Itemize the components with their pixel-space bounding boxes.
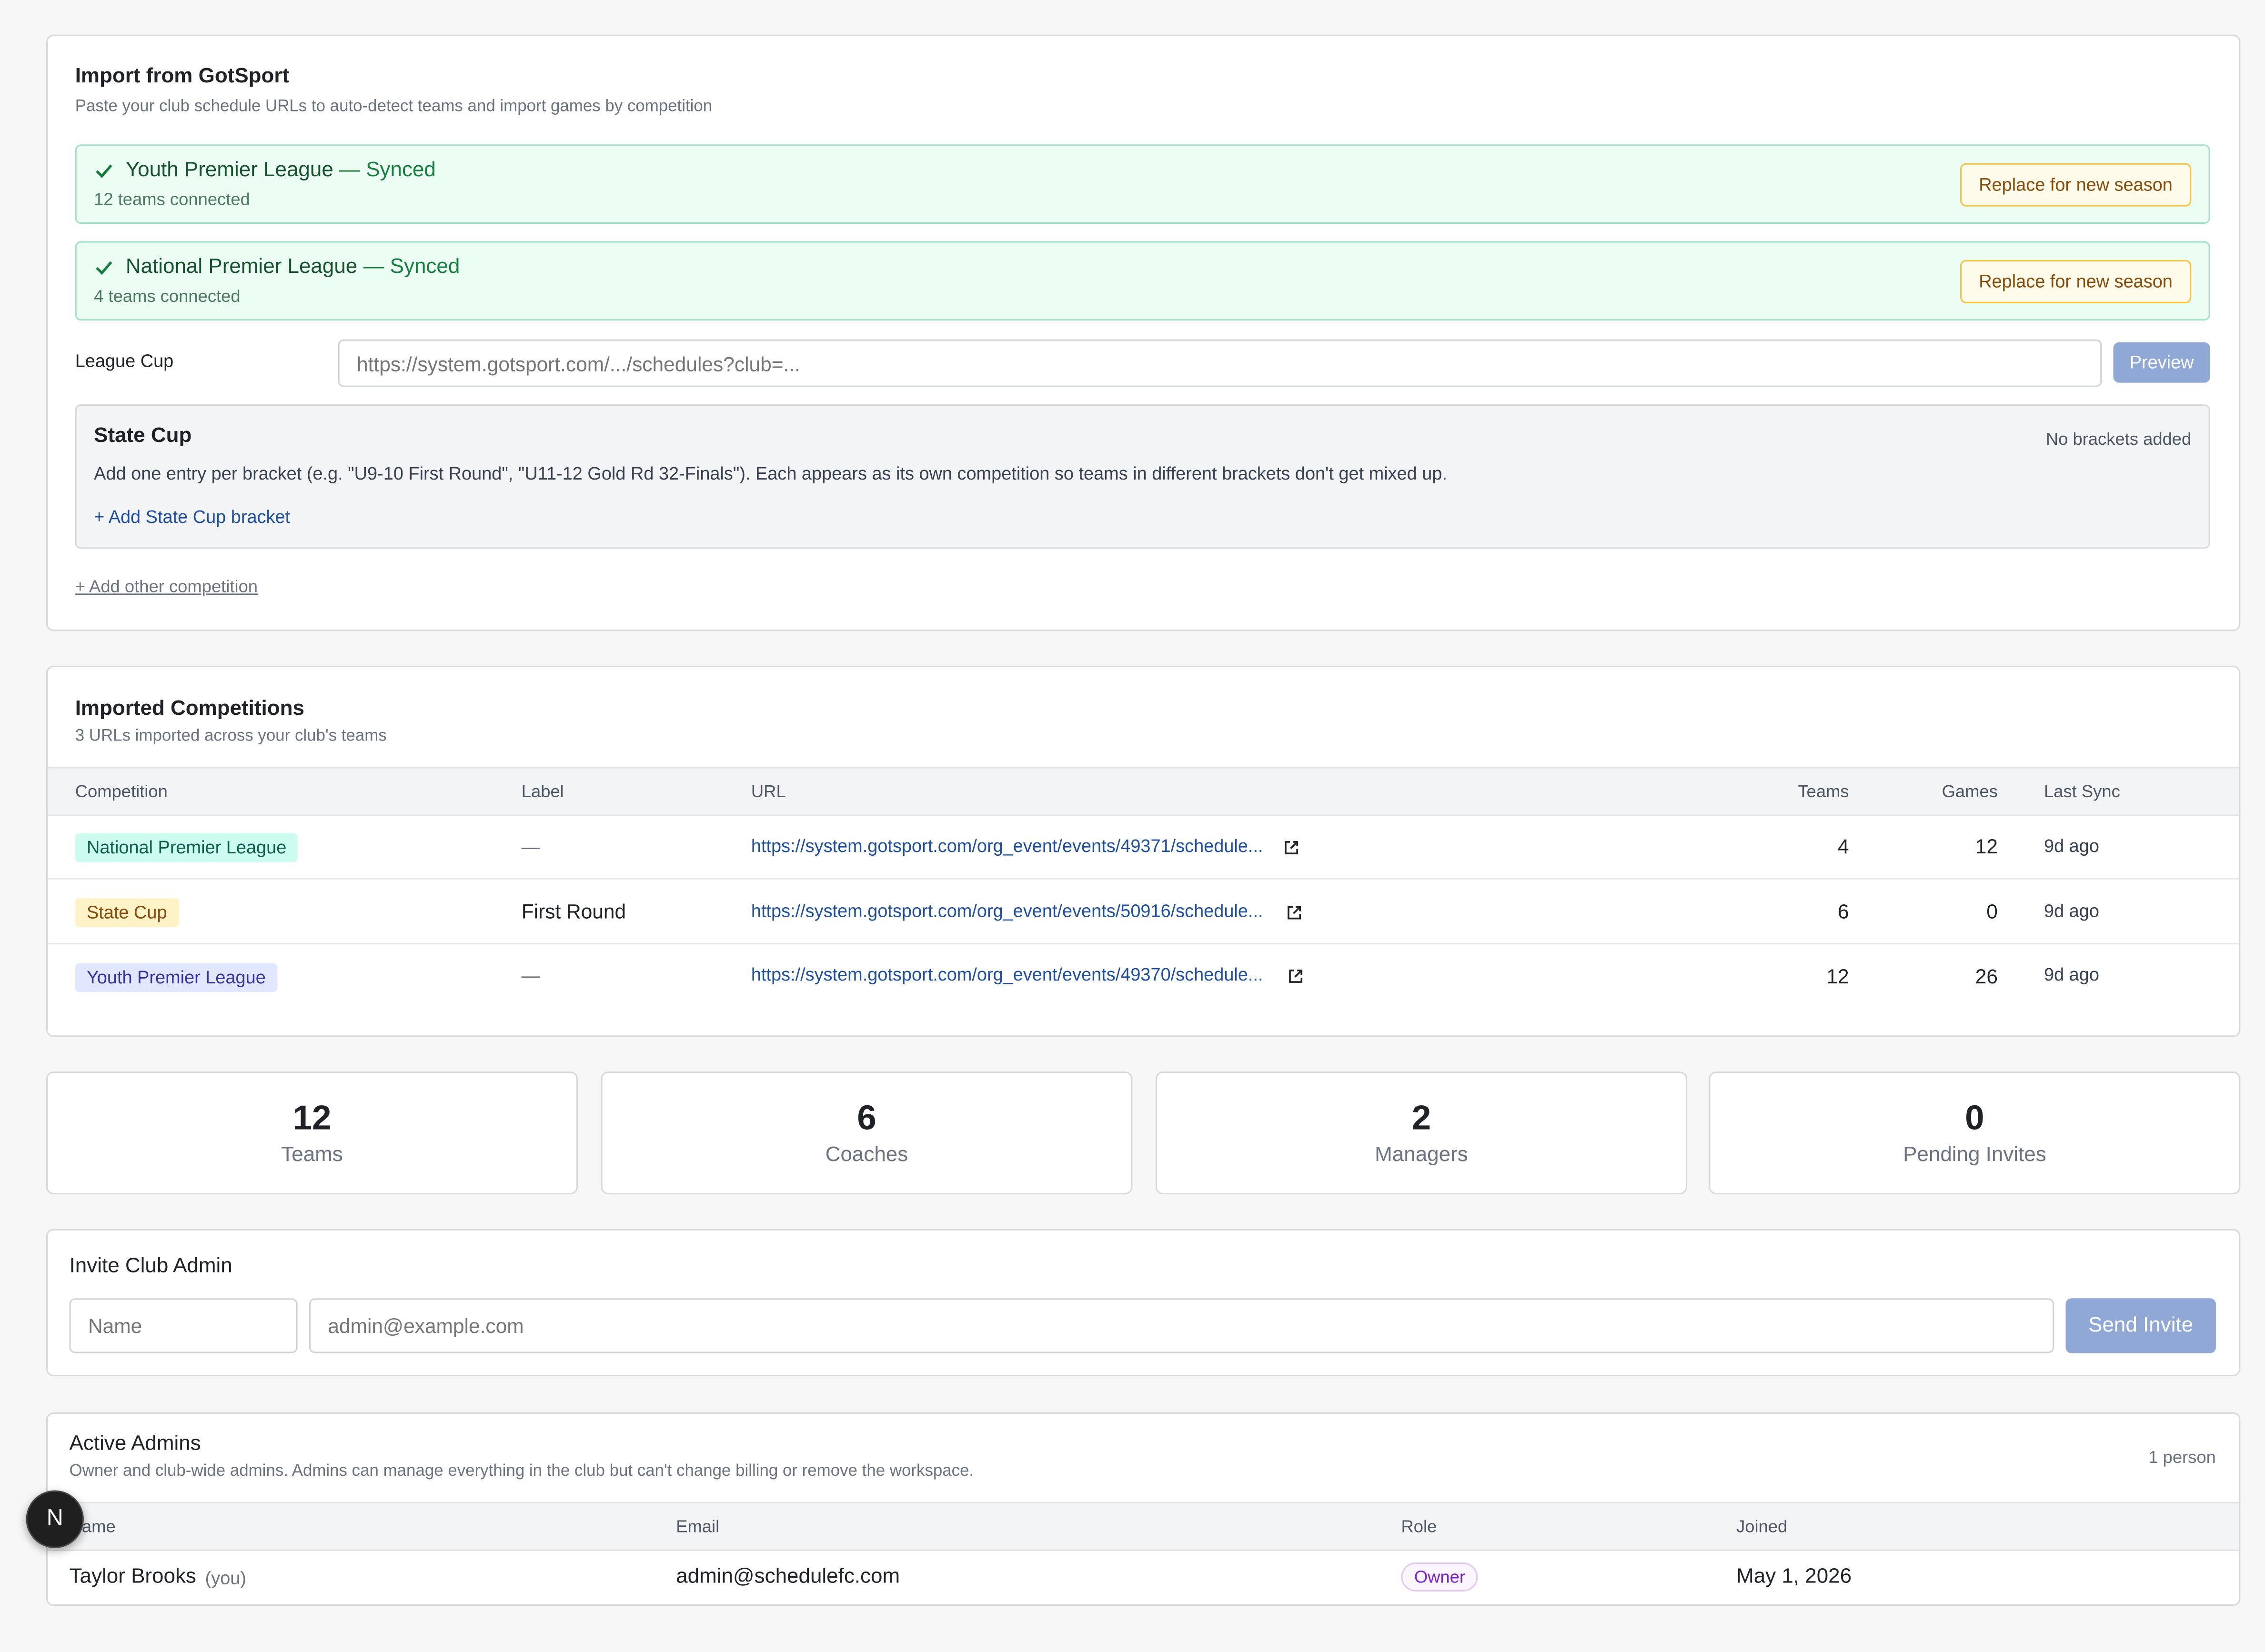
competition-badge-national: National Premier League — [75, 833, 298, 862]
col-last-sync: Last Sync — [2044, 781, 2120, 802]
admin-email: admin@schedulefc.com — [676, 1565, 900, 1589]
col-email: Email — [676, 1516, 720, 1537]
admins-table-header — [48, 1502, 2239, 1551]
admin-name: Taylor Brooks — [69, 1565, 196, 1589]
add-other-competition-link[interactable]: + Add other competition — [75, 576, 258, 596]
external-link-icon[interactable] — [1286, 904, 1303, 921]
preview-button[interactable]: Preview — [2113, 342, 2210, 383]
stat-value: 0 — [1965, 1099, 1984, 1138]
league-cup-label: League Cup — [75, 350, 174, 371]
row-label: — — [521, 964, 541, 987]
admins-title: Active Admins — [69, 1432, 201, 1456]
col-competition: Competition — [75, 781, 168, 802]
stat-value: 12 — [292, 1099, 332, 1138]
state-cup-panel: State Cup No brackets added Add one entr… — [75, 404, 2210, 549]
competition-url-link[interactable]: https://system.gotsport.com/org_event/ev… — [751, 901, 1263, 921]
import-subtitle: Paste your club schedule URLs to auto-de… — [75, 98, 713, 116]
dev-indicator-badge[interactable]: N — [26, 1490, 84, 1548]
dev-indicator-letter: N — [46, 1506, 63, 1531]
row-teams: 6 — [1837, 900, 1849, 923]
invite-name-input[interactable] — [69, 1298, 298, 1353]
row-label: — — [521, 836, 541, 858]
admin-joined: May 1, 2026 — [1736, 1565, 1852, 1589]
row-teams: 12 — [1826, 964, 1849, 988]
col-label: Label — [521, 781, 564, 802]
external-link-icon[interactable] — [1283, 839, 1300, 856]
col-games: Games — [1942, 781, 1998, 802]
competition-url-link[interactable]: https://system.gotsport.com/org_event/ev… — [751, 965, 1263, 985]
check-icon — [96, 164, 112, 178]
import-title: Import from GotSport — [75, 65, 290, 88]
col-teams: Teams — [1798, 781, 1849, 802]
row-games: 12 — [1975, 834, 1998, 858]
send-invite-button[interactable]: Send Invite — [2065, 1298, 2216, 1353]
state-cup-description: Add one entry per bracket (e.g. "U9-10 F… — [94, 463, 1447, 484]
row-games: 26 — [1975, 964, 1998, 988]
synced-youth-premier-league: Youth Premier League — Synced 12 teams c… — [75, 144, 2210, 224]
add-state-cup-bracket-link[interactable]: + Add State Cup bracket — [94, 507, 290, 527]
external-link-icon[interactable] — [1287, 968, 1304, 985]
stat-managers: 2 Managers — [1156, 1071, 1687, 1194]
row-last-sync: 9d ago — [2044, 836, 2099, 857]
competition-badge-state-cup: State Cup — [75, 898, 179, 927]
invite-title: Invite Club Admin — [69, 1255, 232, 1278]
imported-subtitle: 3 URLs imported across your club's teams — [75, 728, 387, 745]
synced-count: 12 teams connected — [94, 189, 250, 210]
stat-coaches: 6 Coaches — [601, 1071, 1133, 1194]
stat-value: 2 — [1411, 1099, 1431, 1138]
replace-season-button[interactable]: Replace for new season — [1960, 163, 2192, 207]
col-url: URL — [751, 781, 786, 802]
row-divider — [48, 878, 2239, 880]
stat-label: Coaches — [825, 1143, 908, 1167]
synced-name: National Premier League — [125, 255, 358, 279]
league-cup-url-input[interactable] — [338, 339, 2102, 387]
synced-status: — Synced — [357, 255, 460, 279]
imported-title: Imported Competitions — [75, 697, 304, 721]
synced-name: Youth Premier League — [125, 159, 333, 182]
stat-label: Managers — [1375, 1143, 1468, 1167]
synced-count: 4 teams connected — [94, 286, 241, 306]
check-icon — [96, 261, 112, 275]
row-divider — [48, 943, 2239, 945]
replace-season-button[interactable]: Replace for new season — [1960, 260, 2192, 303]
row-label: First Round — [521, 900, 626, 923]
row-teams: 4 — [1837, 834, 1849, 858]
admin-you-tag: (you) — [205, 1568, 246, 1589]
stat-label: Pending Invites — [1903, 1143, 2046, 1167]
invite-email-input[interactable] — [309, 1298, 2054, 1353]
imported-table-header — [48, 767, 2239, 816]
stat-label: Teams — [281, 1143, 343, 1167]
synced-national-premier-league: National Premier League — Synced 4 teams… — [75, 241, 2210, 321]
synced-status: — Synced — [333, 159, 436, 182]
admins-count: 1 person — [2148, 1447, 2216, 1468]
row-games: 0 — [1986, 900, 1998, 923]
row-last-sync: 9d ago — [2044, 964, 2099, 985]
stat-pending-invites: 0 Pending Invites — [1709, 1071, 2241, 1194]
state-cup-title: State Cup — [94, 424, 192, 448]
admins-subtitle: Owner and club-wide admins. Admins can m… — [69, 1462, 974, 1481]
col-joined: Joined — [1736, 1516, 1788, 1537]
competition-url-link[interactable]: https://system.gotsport.com/org_event/ev… — [751, 836, 1263, 856]
state-cup-status: No brackets added — [2045, 429, 2192, 450]
row-last-sync: 9d ago — [2044, 901, 2099, 921]
stat-teams: 12 Teams — [46, 1071, 578, 1194]
stat-value: 6 — [857, 1099, 876, 1138]
competition-badge-youth: Youth Premier League — [75, 963, 278, 992]
col-role: Role — [1401, 1516, 1437, 1537]
role-badge: Owner — [1401, 1562, 1479, 1592]
